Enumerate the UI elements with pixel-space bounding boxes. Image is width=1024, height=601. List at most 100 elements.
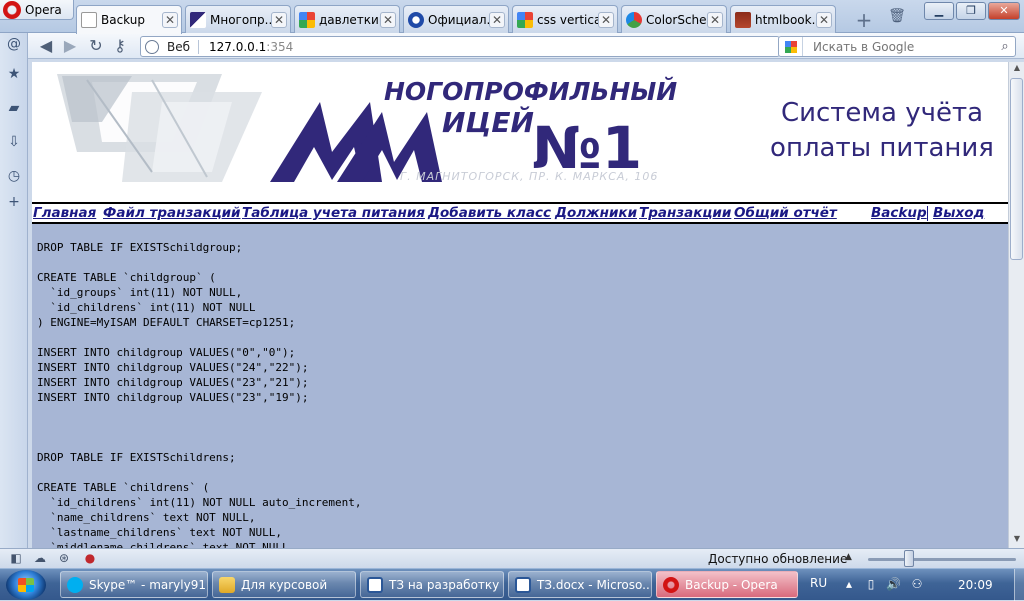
- tab-lyceum[interactable]: Многопр... ✕: [185, 5, 291, 33]
- downloads-icon[interactable]: ⇩: [5, 133, 23, 151]
- panel-toggle-icon[interactable]: ◧: [8, 551, 24, 565]
- vertical-scrollbar[interactable]: ▲ ▼: [1008, 62, 1024, 548]
- sql-line: CREATE TABLE `childgroup` (: [37, 271, 216, 284]
- google-search-engine-icon[interactable]: [779, 37, 803, 56]
- menu-add-class-link[interactable]: Добавить класс: [428, 205, 551, 221]
- tab-official[interactable]: Официал... ✕: [403, 5, 509, 33]
- key-icon[interactable]: ⚷: [110, 36, 130, 56]
- back-icon[interactable]: ◀: [36, 36, 56, 56]
- history-clock-icon[interactable]: ◷: [5, 167, 23, 185]
- menu-backup-link[interactable]: Backup: [871, 205, 927, 221]
- trash-icon[interactable]: 🗑: [888, 8, 906, 26]
- network-icon[interactable]: ⚇: [910, 577, 924, 591]
- notes-icon[interactable]: ▰: [5, 99, 23, 117]
- tab-htmlbook[interactable]: htmlbook.... ✕: [730, 5, 836, 33]
- sql-line: [37, 330, 997, 345]
- tab-strip: Opera Backup ✕ Многопр... ✕ давлеткир...…: [0, 0, 1024, 34]
- sql-line: ) ENGINE=MyISAM DEFAULT CHARSET=cp1251;: [37, 316, 296, 329]
- menu-transactions-link[interactable]: Транзакции: [639, 205, 731, 221]
- close-icon[interactable]: ✕: [598, 11, 614, 28]
- opera-logo-icon: [3, 0, 21, 19]
- close-icon[interactable]: ✕: [489, 11, 505, 28]
- tab-google-search[interactable]: давлеткир... ✕: [294, 5, 400, 33]
- search-box: ⌕: [778, 36, 1016, 57]
- unite-cloud-icon[interactable]: ☁: [32, 551, 48, 565]
- close-window-button[interactable]: ✕: [988, 2, 1020, 20]
- menu-debtors-link[interactable]: Должники: [555, 205, 637, 221]
- tab-label: давлеткир...: [319, 12, 380, 27]
- chevron-up-icon[interactable]: ▲: [845, 552, 852, 562]
- sql-line: `id_groups` int(11) NOT NULL,: [37, 286, 243, 299]
- taskbar-item-opera[interactable]: Backup - Opera: [656, 571, 798, 598]
- opera-icon: [663, 576, 679, 593]
- svg-text:НОГОПРОФИЛЬНЫЙ: НОГОПРОФИЛЬНЫЙ: [384, 77, 677, 106]
- sql-dump: DROP TABLE IF EXISTSchildgroup; CREATE T…: [37, 240, 997, 548]
- taskbar-item-word-doc[interactable]: ТЗ.docx - Microso...: [508, 571, 652, 598]
- update-available-text[interactable]: Доступно обновление: [708, 552, 847, 566]
- close-icon[interactable]: ✕: [816, 11, 832, 28]
- menu-general-report-link[interactable]: Общий отчёт: [734, 205, 837, 221]
- menu-home-link[interactable]: Главная: [33, 205, 96, 221]
- maximize-button[interactable]: ❐: [956, 2, 986, 20]
- menu-meal-table-link[interactable]: Таблица учета питания: [242, 205, 425, 221]
- tab-css-vertical[interactable]: css vertica... ✕: [512, 5, 618, 33]
- menu-transaction-file-link[interactable]: Файл транзакций: [103, 205, 241, 221]
- tab-colorscheme[interactable]: ColorSche... ✕: [621, 5, 727, 33]
- forward-icon[interactable]: ▶: [60, 36, 80, 56]
- volume-icon[interactable]: 🔊: [886, 577, 901, 591]
- zoom-slider-thumb[interactable]: [904, 550, 914, 567]
- side-panel: @ ★ ▰ ⇩ ◷ +: [0, 33, 28, 548]
- close-icon[interactable]: ✕: [162, 12, 178, 28]
- svg-text:№1: №1: [532, 114, 642, 182]
- zoom-slider[interactable]: [868, 558, 1016, 561]
- close-icon[interactable]: ✕: [707, 11, 723, 28]
- bookmarks-star-icon[interactable]: ★: [5, 65, 23, 83]
- sql-line: `middlename_childrens` text NOT NULL,: [37, 541, 296, 548]
- address-field[interactable]: Веб 127.0.0.1 :354: [140, 36, 780, 57]
- lyceum-icon: [190, 11, 206, 28]
- minimize-button[interactable]: ▁: [924, 2, 954, 20]
- globe-icon: [145, 39, 159, 54]
- navigation-bar: ◀ ▶ ↻ ⚷ Веб 127.0.0.1 :354 ⌕: [28, 33, 1024, 59]
- scrollbar-thumb[interactable]: [1010, 78, 1023, 260]
- close-icon[interactable]: ✕: [380, 11, 396, 28]
- system-clock[interactable]: 20:09: [958, 578, 993, 592]
- sql-line: [37, 435, 997, 450]
- sql-line: [37, 465, 997, 480]
- taskbar-item-folder[interactable]: Для курсовой: [212, 571, 356, 598]
- google-icon: [299, 11, 315, 28]
- mail-icon[interactable]: @: [5, 35, 23, 53]
- sql-line: DROP TABLE IF EXISTSchildrens;: [37, 451, 236, 464]
- show-desktop-button[interactable]: [1014, 569, 1024, 601]
- close-icon[interactable]: ✕: [271, 11, 287, 28]
- add-panel-icon[interactable]: +: [5, 193, 23, 211]
- opera-menu-button[interactable]: Opera: [0, 0, 74, 20]
- taskbar-item-skype[interactable]: Skype™ - maryly91: [60, 571, 208, 598]
- turbo-icon[interactable]: ⊛: [56, 551, 72, 565]
- menu-logout-link[interactable]: Выход: [933, 205, 984, 221]
- new-tab-button[interactable]: +: [852, 8, 876, 32]
- address-mode-label: Веб: [167, 39, 200, 54]
- taskbar-item-word-spec[interactable]: ТЗ на разработку ...: [360, 571, 504, 598]
- lyceum-logo: Г. МАГНИТОГОРСК, ПР. К. МАРКСА, 106 НОГО…: [57, 74, 677, 183]
- usb-device-icon[interactable]: ▯: [864, 577, 878, 591]
- reload-icon[interactable]: ↻: [86, 36, 106, 56]
- scroll-down-icon[interactable]: ▼: [1011, 534, 1023, 546]
- scroll-up-icon[interactable]: ▲: [1011, 63, 1023, 75]
- menu-separator: [927, 206, 928, 221]
- svg-text:ИЦЕЙ: ИЦЕЙ: [442, 105, 534, 139]
- sql-line: `id_childrens` int(11) NOT NULL: [37, 301, 256, 314]
- sql-line: `lastname_childrens` text NOT NULL,: [37, 526, 283, 539]
- google-icon: [517, 11, 533, 28]
- windows-taskbar: Skype™ - maryly91 Для курсовой ТЗ на раз…: [0, 568, 1024, 601]
- unite-icon[interactable]: ●: [82, 551, 98, 565]
- search-icon[interactable]: ⌕: [995, 39, 1015, 54]
- opera-menu-label: Opera: [25, 2, 62, 17]
- tab-backup[interactable]: Backup ✕: [76, 5, 182, 34]
- search-input[interactable]: [803, 39, 995, 54]
- word-icon: [515, 576, 531, 593]
- keyboard-language[interactable]: RU: [810, 576, 827, 590]
- start-button[interactable]: [6, 570, 46, 600]
- tray-expand-icon[interactable]: ▴: [842, 577, 856, 591]
- sql-line: `name_childrens` text NOT NULL,: [37, 511, 256, 524]
